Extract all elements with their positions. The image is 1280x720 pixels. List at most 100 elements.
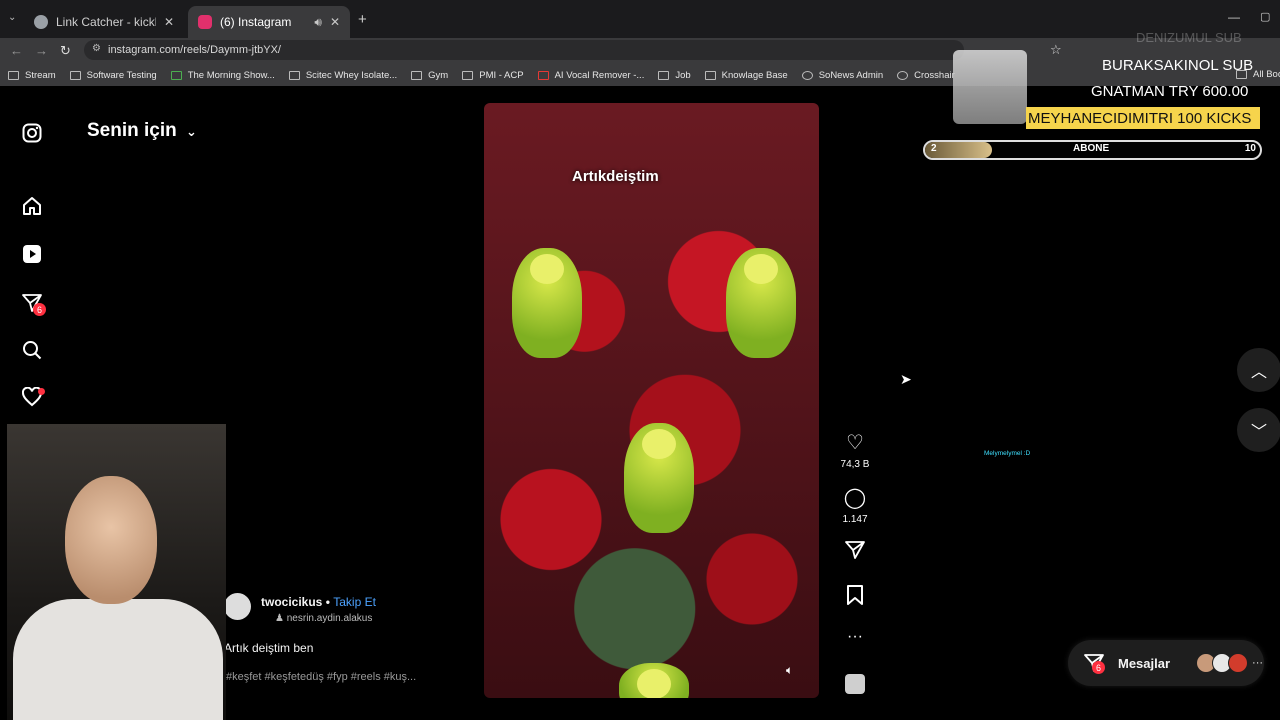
maximize-icon[interactable]: ▢ <box>1260 10 1270 23</box>
globe-icon <box>897 70 909 80</box>
overlay-alert-kicks: MEYHANECIDIMITRI 100 KICKS <box>1026 107 1260 129</box>
globe-icon <box>34 15 48 29</box>
follow-button[interactable]: Takip Et <box>333 595 376 609</box>
tab-search-icon[interactable]: ⌄ <box>8 12 16 23</box>
overlay-alert-donation: GNATMAN TRY 600.00 <box>1091 83 1249 100</box>
site-icon <box>288 70 300 80</box>
alert-glass-image <box>953 50 1027 124</box>
bookmarks-bar: Stream Software Testing The Morning Show… <box>0 64 1280 86</box>
reels-icon[interactable] <box>21 243 43 265</box>
more-options-icon[interactable]: ··· <box>838 628 872 646</box>
browser-tab-strip: ⌄ Link Catcher - kicklogz Tools ✕ (6) In… <box>0 0 1280 40</box>
bookmark-sonews-admin[interactable]: SoNews Admin <box>801 70 883 81</box>
folder-icon <box>69 70 81 80</box>
bookmark-knowlage-base[interactable]: Knowlage Base <box>704 70 788 81</box>
chevron-down-icon: ⌄ <box>186 124 197 139</box>
bookmark-scitec[interactable]: Scitec Whey Isolate... <box>288 70 397 81</box>
bookmark-morning-show[interactable]: The Morning Show... <box>170 70 275 81</box>
bookmark-star-icon[interactable]: ☆ <box>1050 42 1062 58</box>
site-icon <box>170 70 182 80</box>
previous-reel-button[interactable]: ︿ <box>1237 348 1280 392</box>
close-tab-icon[interactable]: ✕ <box>164 15 174 29</box>
avatar[interactable] <box>224 593 251 620</box>
bookmark-icon <box>847 585 863 605</box>
post-hashtags[interactable]: #keşfet #keşfetedüş #fyp #reels #kuş... <box>226 671 416 683</box>
tab-instagram[interactable]: (6) Instagram 🔊︎ ✕ <box>188 6 350 38</box>
folder-icon <box>462 70 474 80</box>
budgie-image <box>619 663 689 698</box>
heart-icon: ♡ <box>846 432 864 454</box>
url-text: instagram.com/reels/Daymm-jtbYX/ <box>108 44 281 56</box>
user-icon: ♟ <box>275 613 284 624</box>
bookmark-job[interactable]: Job <box>658 70 691 81</box>
bookmark-stream[interactable]: Stream <box>8 70 56 81</box>
folder-icon <box>411 70 423 80</box>
goal-max: 10 <box>1244 143 1256 154</box>
messages-badge: 6 <box>33 303 46 316</box>
overlay-alert-faded: DENIZUMUL SUB <box>1136 30 1242 45</box>
address-bar[interactable]: ⚙ instagram.com/reels/Daymm-jtbYX/ <box>84 40 964 60</box>
username-link[interactable]: twocicikus <box>261 595 322 609</box>
bookmark-ai-vocal-remover[interactable]: AI Vocal Remover -... <box>537 70 644 81</box>
post-header: twocicikus • Takip Et <box>261 595 376 609</box>
messages-pill[interactable]: 6 Mesajlar ··· <box>1068 640 1264 686</box>
post-caption: Artık deiştim ben <box>224 641 314 655</box>
messages-badge: 6 <box>1092 661 1105 674</box>
notification-dot <box>38 388 45 395</box>
chevron-up-icon: ︿ <box>1250 364 1267 381</box>
send-icon <box>845 541 865 559</box>
site-info-icon[interactable]: ⚙ <box>92 43 101 54</box>
audio-name: nesrin.aydin.alakus <box>286 613 373 624</box>
tab-title: (6) Instagram <box>220 15 292 29</box>
like-count: 74,3 B <box>840 459 870 470</box>
folder-icon <box>8 70 19 80</box>
next-reel-button[interactable]: ﹀ <box>1237 408 1280 452</box>
mouse-cursor-icon: ➤ <box>900 371 912 387</box>
speaker-icon[interactable]: 🔊︎ <box>314 15 322 30</box>
chevron-down-icon: ﹀ <box>1250 424 1267 441</box>
reel-video[interactable]: 🔈︎ <box>484 103 819 698</box>
feed-title: Senin için <box>87 120 177 141</box>
instagram-favicon-icon <box>198 15 212 29</box>
home-icon[interactable] <box>21 195 43 217</box>
folder-icon <box>704 70 716 80</box>
bookmark-gym[interactable]: Gym <box>411 70 448 81</box>
forward-icon[interactable]: → <box>35 43 48 58</box>
separator: • <box>325 595 330 609</box>
feed-selector[interactable]: Senin için ⌄ <box>87 120 197 142</box>
mute-icon[interactable]: 🔈︎ <box>786 663 793 678</box>
like-button[interactable]: ♡ 74,3 B <box>838 430 872 470</box>
bookmark-pmi-acp[interactable]: PMI - ACP <box>462 70 524 81</box>
tab-link-catcher[interactable]: Link Catcher - kicklogz Tools ✕ <box>24 6 184 38</box>
tab-title: Link Catcher - kicklogz Tools <box>56 15 156 29</box>
goal-label: ABONE <box>1073 143 1110 154</box>
subscriber-goal-bar: 2 ABONE 10 <box>923 140 1262 160</box>
share-button[interactable] <box>838 540 872 565</box>
back-icon[interactable]: ← <box>10 43 23 58</box>
avatar <box>1228 653 1249 673</box>
audio-attribution[interactable]: ♟ nesrin.aydin.alakus <box>275 613 372 624</box>
overlay-chat-message: Melymelymel :D <box>984 450 1031 457</box>
bookmark-software-testing[interactable]: Software Testing <box>69 70 157 81</box>
more-icon: ··· <box>1252 657 1264 669</box>
messages-label: Mesajlar <box>1118 655 1171 671</box>
budgie-image <box>726 248 796 358</box>
globe-icon <box>801 70 813 80</box>
new-tab-button[interactable]: + <box>358 11 367 28</box>
video-overlay-text: Artıkdeiştim <box>572 168 659 185</box>
minimize-icon[interactable]: — <box>1228 10 1240 24</box>
overlay-alert-sub: BURAKSAKINOL SUB <box>1102 57 1254 74</box>
bookmark-crosshair[interactable]: Crosshair <box>897 70 955 81</box>
close-tab-icon[interactable]: ✕ <box>330 15 340 29</box>
comment-button[interactable]: ◯ 1.147 <box>838 485 872 525</box>
reload-icon[interactable]: ↻ <box>60 43 71 59</box>
instagram-logo-icon[interactable] <box>21 122 43 144</box>
budgie-image <box>624 423 694 533</box>
goal-min: 2 <box>931 143 937 154</box>
site-icon <box>537 70 549 80</box>
budgie-image <box>512 248 582 358</box>
save-button[interactable] <box>838 585 872 610</box>
webcam-feed <box>7 424 226 720</box>
search-icon[interactable] <box>21 339 43 361</box>
audio-thumbnail[interactable] <box>845 674 865 694</box>
